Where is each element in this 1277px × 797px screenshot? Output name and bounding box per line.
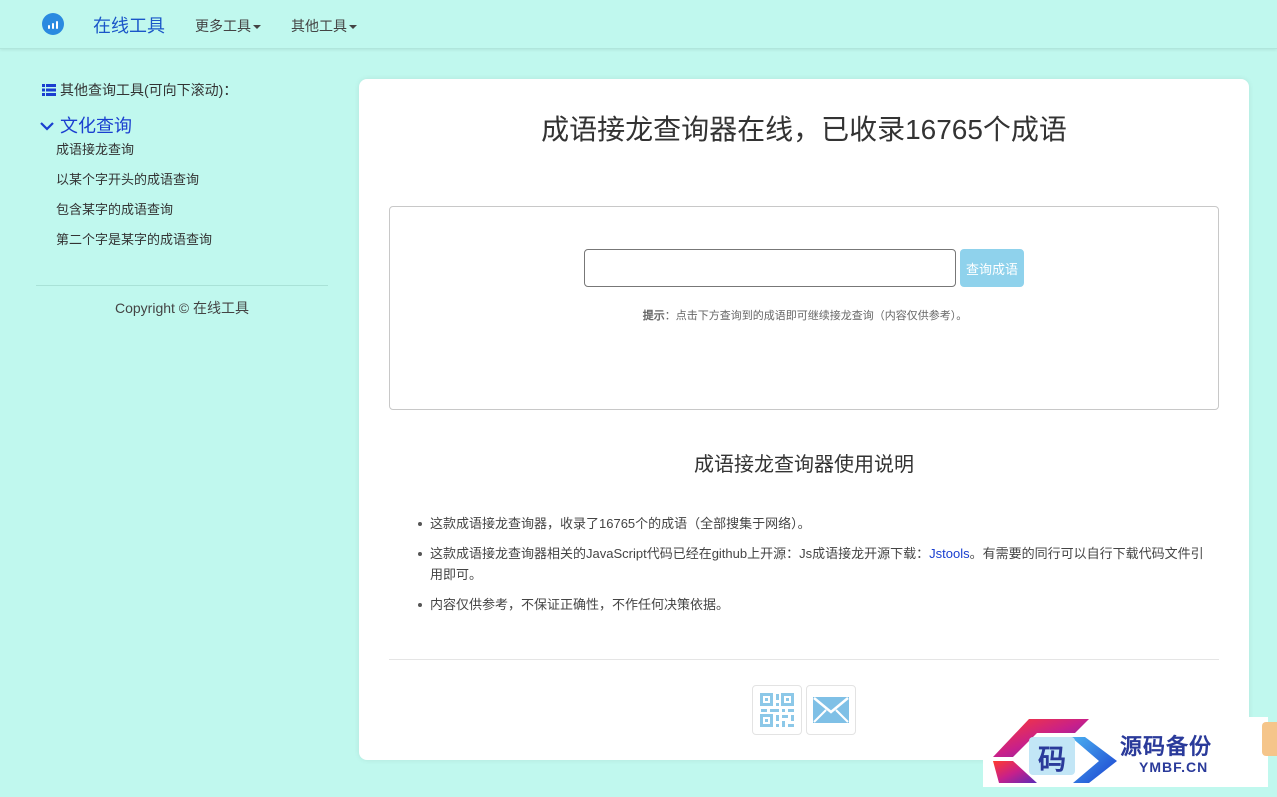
other-tools-label: 其他工具	[291, 18, 347, 34]
watermark-text-en: YMBF.CN	[1139, 759, 1209, 775]
divider	[389, 659, 1219, 660]
qrcode-button[interactable]	[752, 685, 802, 735]
sidebar-header-label: 其他查询工具(可向下滚动)：	[60, 82, 238, 98]
query-idiom-button[interactable]: 查询成语	[960, 249, 1024, 287]
category-label: 文化查询	[60, 116, 132, 136]
caret-down-icon	[253, 25, 261, 30]
hint-body: ：点击下方查询到的成语即可继续接龙查询（内容仅供参考）。	[664, 310, 968, 322]
sidebar-item-idiom-chain[interactable]: 成语接龙查询	[56, 142, 212, 172]
list-item: 这款成语接龙查询器，收录了16765个的成语（全部搜集于网络）。	[416, 513, 1216, 534]
side-tab[interactable]	[1262, 722, 1277, 756]
more-tools-label: 更多工具	[195, 18, 251, 34]
watermark-text-cn: 源码备份	[1120, 734, 1213, 760]
brand-link[interactable]: 在线工具	[93, 12, 165, 38]
qrcode-icon	[760, 693, 794, 727]
more-tools-dropdown[interactable]: 更多工具	[195, 16, 261, 36]
category-toggle[interactable]: 文化查询	[40, 112, 132, 138]
note-text: 这款成语接龙查询器相关的JavaScript代码已经在github上开源：Js成…	[430, 546, 930, 561]
sidebar-header: 其他查询工具(可向下滚动)：	[42, 80, 237, 100]
list-item: 内容仅供参考，不保证正确性，不作任何决策依据。	[416, 594, 1216, 615]
jstools-link[interactable]: Jstools	[929, 546, 969, 561]
hint-text: 提示：点击下方查询到的成语即可继续接龙查询（内容仅供参考）。	[390, 307, 1220, 323]
top-navbar: 在线工具 更多工具 其他工具	[0, 0, 1277, 49]
svg-text:码: 码	[1038, 743, 1066, 776]
list-icon	[42, 84, 56, 96]
idiom-search-input[interactable]	[584, 249, 956, 287]
list-item: 这款成语接龙查询器相关的JavaScript代码已经在github上开源：Js成…	[416, 543, 1216, 585]
hint-label: 提示	[642, 310, 665, 322]
logo-icon[interactable]	[42, 13, 64, 35]
usage-notes: 这款成语接龙查询器，收录了16765个的成语（全部搜集于网络）。 这款成语接龙查…	[416, 513, 1216, 624]
mail-icon	[813, 697, 849, 723]
query-panel: 查询成语 提示：点击下方查询到的成语即可继续接龙查询（内容仅供参考）。	[389, 206, 1219, 410]
divider	[36, 285, 328, 286]
caret-down-icon	[349, 25, 357, 30]
other-tools-dropdown[interactable]: 其他工具	[291, 16, 357, 36]
sidebar-item-contains[interactable]: 包含某字的成语查询	[56, 202, 212, 232]
copyright: Copyright © 在线工具	[114, 300, 249, 316]
main-card: 成语接龙查询器在线，已收录16765个成语 查询成语 提示：点击下方查询到的成语…	[359, 79, 1249, 760]
watermark-logo: 码 源码备份 YMBF.CN	[983, 717, 1268, 787]
page-title: 成语接龙查询器在线，已收录16765个成语	[541, 114, 1067, 145]
chevron-down-icon	[40, 122, 54, 131]
watermark-emblem-icon: 码	[993, 719, 1117, 783]
sidebar-links: 成语接龙查询 以某个字开头的成语查询 包含某字的成语查询 第二个字是某字的成语查…	[56, 142, 212, 262]
sidebar-item-starts-with[interactable]: 以某个字开头的成语查询	[56, 172, 212, 202]
sidebar-item-second-char[interactable]: 第二个字是某字的成语查询	[56, 232, 212, 262]
usage-title: 成语接龙查询器使用说明	[694, 454, 914, 476]
mail-button[interactable]	[806, 685, 856, 735]
